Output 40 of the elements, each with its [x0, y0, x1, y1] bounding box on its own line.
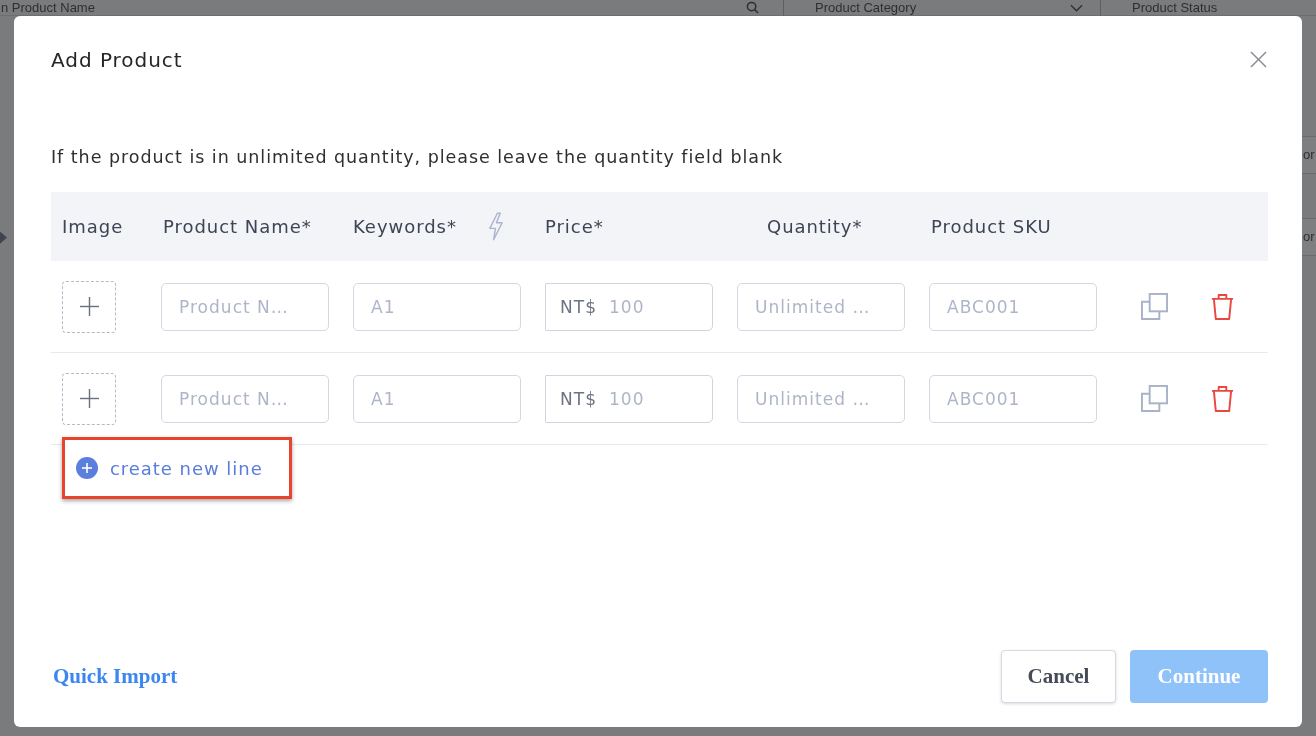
trash-icon[interactable] [1211, 293, 1234, 320]
dropdown-field[interactable]: Product Category [783, 0, 1095, 16]
background-button[interactable]: or [1302, 136, 1316, 174]
background-button[interactable]: or [1302, 218, 1316, 256]
create-new-line-link[interactable]: create new line [110, 457, 263, 479]
trash-icon[interactable] [1211, 385, 1234, 412]
copy-icon[interactable] [1141, 293, 1168, 320]
image-upload-button[interactable] [62, 280, 116, 333]
keywords-field[interactable]: A1 [353, 282, 521, 331]
copy-icon[interactable] [1141, 385, 1168, 412]
caret-right-icon[interactable] [0, 231, 7, 244]
sku-field[interactable]: ABC001 [929, 282, 1097, 331]
close-icon[interactable] [1250, 51, 1267, 68]
product-name-field[interactable]: Product N… [161, 282, 329, 331]
column-header: Keywords* [353, 216, 457, 237]
search-field[interactable]: n Product Name [1, 0, 701, 15]
sku-field[interactable]: ABC001 [929, 374, 1097, 423]
lightning-icon[interactable] [486, 212, 504, 241]
cancel-button[interactable]: Cancel [1001, 650, 1116, 703]
image-upload-button[interactable] [62, 372, 116, 425]
dialog-title: Add Product [51, 47, 183, 74]
quick-import-link[interactable]: Quick Import [53, 664, 178, 689]
chevron-down-icon [1070, 3, 1083, 12]
plus-circle-icon[interactable] [76, 457, 98, 479]
price-field[interactable]: NT$ 100 [545, 282, 713, 331]
search-icon[interactable] [746, 1, 759, 14]
quantity-field[interactable]: Unlimited … [737, 282, 905, 331]
column-header: Image [62, 216, 124, 237]
quantity-field[interactable]: Unlimited … [737, 374, 905, 423]
price-field[interactable]: NT$ 100 [545, 374, 713, 423]
plus-icon [79, 389, 99, 408]
keywords-field[interactable]: A1 [353, 374, 521, 423]
column-header: Price* [545, 216, 604, 237]
plus-icon [79, 297, 99, 316]
dropdown-field[interactable]: Product Status [1100, 0, 1316, 16]
instruction-text: If the product is in unlimited quantity, please leave the quantity field blank [51, 146, 785, 169]
column-header: Quantity* [767, 216, 863, 237]
product-name-field[interactable]: Product N… [161, 374, 329, 423]
column-header: Product SKU [931, 216, 1052, 237]
column-header: Product Name* [163, 216, 312, 237]
